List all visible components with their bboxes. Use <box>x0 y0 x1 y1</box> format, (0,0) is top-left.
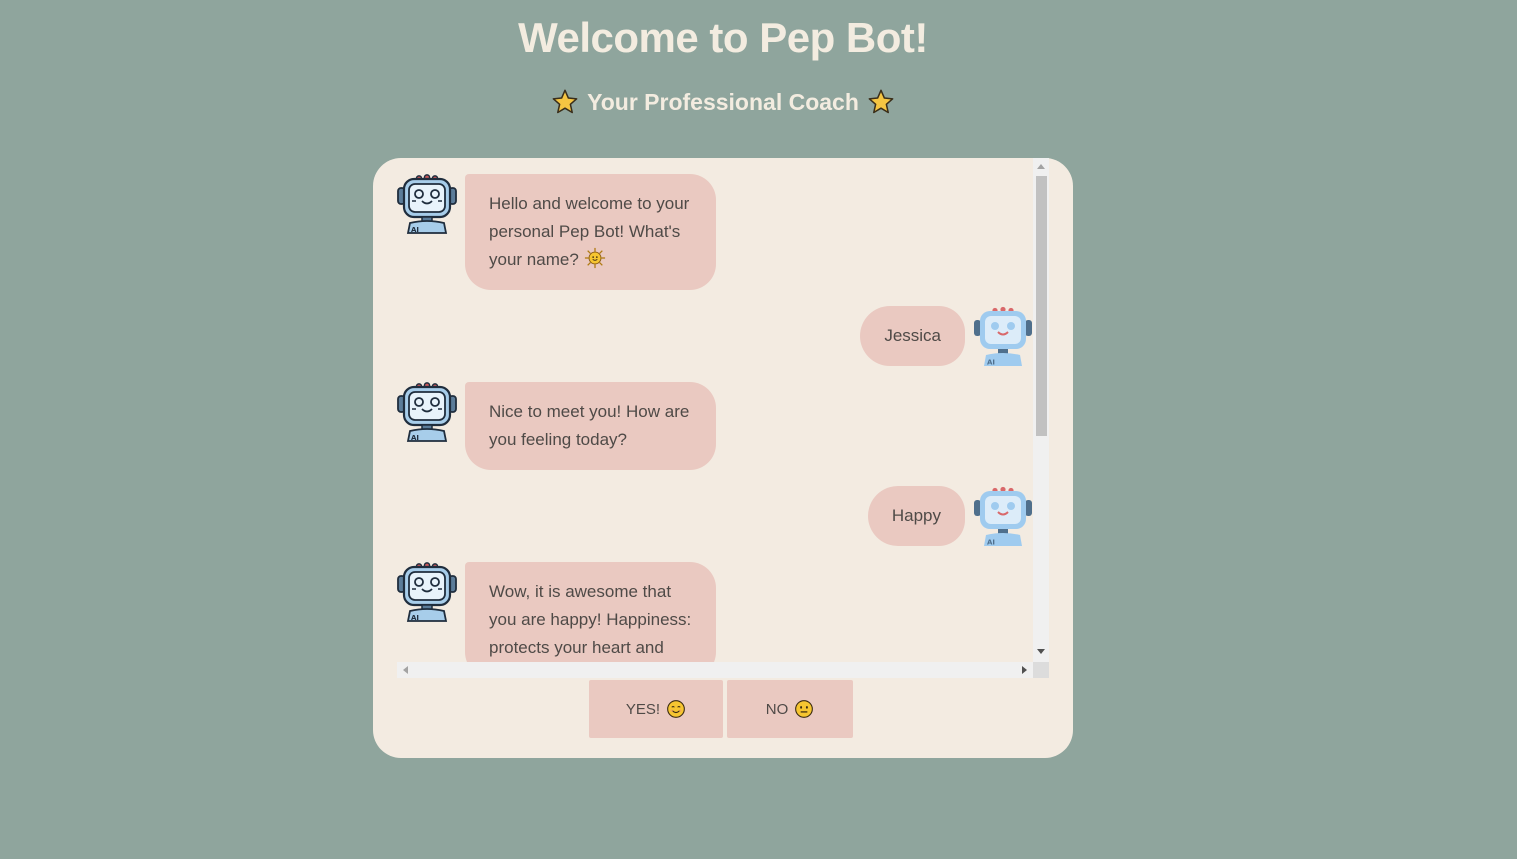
message-text: Wow, it is awesome that you are happy! H… <box>489 582 692 657</box>
bot-message: Wow, it is awesome that you are happy! H… <box>397 562 716 662</box>
robot-avatar-light-icon <box>973 306 1033 366</box>
bot-message: Hello and welcome to your personal Pep B… <box>397 174 716 290</box>
message-text: Nice to meet you! How are you feeling to… <box>489 402 690 449</box>
message-bubble: Wow, it is awesome that you are happy! H… <box>465 562 716 662</box>
star-icon <box>868 89 894 114</box>
scroll-left-arrow-icon[interactable] <box>403 666 408 674</box>
message-bubble: Happy <box>867 486 965 546</box>
robot-avatar-light-icon <box>973 486 1033 546</box>
chat-card: Hello and welcome to your personal Pep B… <box>373 158 1073 758</box>
bot-message: Nice to meet you! How are you feeling to… <box>397 382 716 470</box>
robot-avatar-icon <box>397 562 457 622</box>
user-message: Jessica <box>860 306 1033 366</box>
no-button[interactable]: NO <box>727 680 853 738</box>
page: Welcome to Pep Bot! Your Professional Co… <box>0 0 1517 859</box>
scrollbar-corner <box>1033 662 1049 678</box>
chat-history[interactable]: Hello and welcome to your personal Pep B… <box>397 174 1033 662</box>
message-bubble: Hello and welcome to your personal Pep B… <box>465 174 716 290</box>
yes-button[interactable]: YES! <box>589 680 723 738</box>
horizontal-scrollbar[interactable] <box>397 662 1033 678</box>
scroll-down-arrow-icon[interactable] <box>1037 649 1045 654</box>
scroll-right-arrow-icon[interactable] <box>1022 666 1027 674</box>
message-bubble: Jessica <box>860 306 965 366</box>
page-title: Welcome to Pep Bot! <box>518 14 928 61</box>
yes-button-label: YES! <box>625 700 661 718</box>
sun-emoji-icon <box>584 247 605 269</box>
message-text: Happy <box>891 506 941 525</box>
robot-avatar-icon <box>397 382 457 442</box>
smiling-face-icon <box>667 700 685 718</box>
message-text: Jessica <box>884 326 941 345</box>
message-bubble: Nice to meet you! How are you feeling to… <box>465 382 716 470</box>
page-subtitle: Your Professional Coach <box>0 88 1446 116</box>
vertical-scrollbar[interactable] <box>1033 158 1049 662</box>
vertical-scroll-thumb[interactable] <box>1036 176 1047 436</box>
star-icon <box>552 89 578 114</box>
neutral-face-icon <box>795 700 814 718</box>
no-button-label: NO <box>765 700 789 718</box>
robot-avatar-icon <box>397 174 457 234</box>
subtitle-text: Your Professional Coach <box>587 88 859 115</box>
scroll-up-arrow-icon[interactable] <box>1037 164 1045 169</box>
user-message: Happy <box>867 486 1033 546</box>
